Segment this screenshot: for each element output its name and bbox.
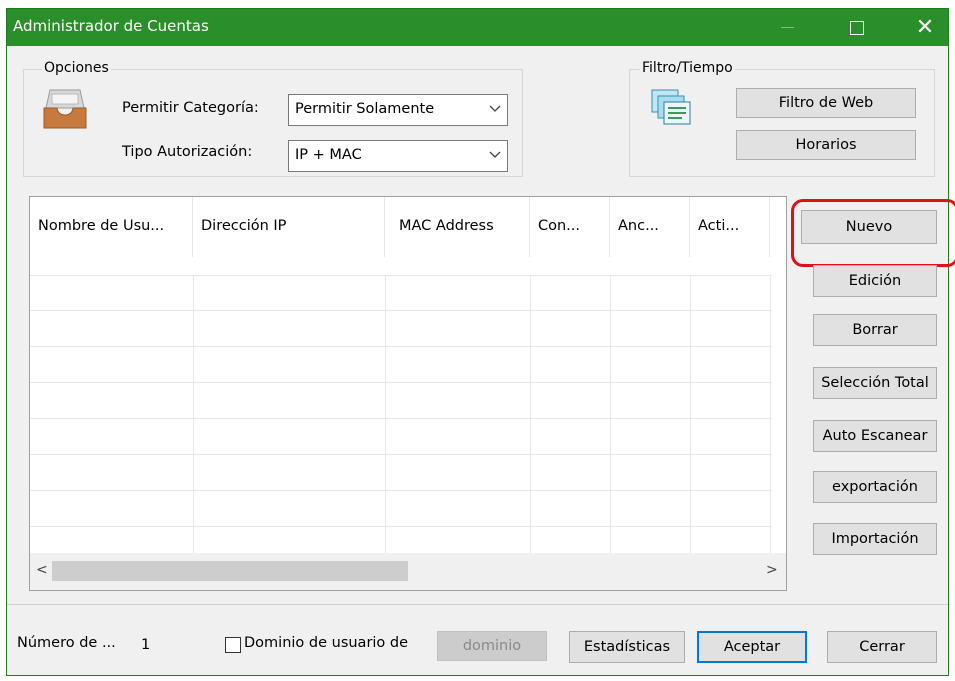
importacion-button[interactable]: Importación <box>813 523 937 555</box>
seleccion-total-button[interactable]: Selección Total <box>813 367 937 399</box>
chevron-down-icon <box>489 105 501 112</box>
column-gridline <box>610 275 611 553</box>
estadisticas-button[interactable]: Estadísticas <box>569 631 685 663</box>
minimize-icon <box>780 27 794 28</box>
edicion-label: Edición <box>848 273 902 289</box>
scrollbar-thumb[interactable] <box>52 561 408 581</box>
exportacion-label: exportación <box>832 479 918 495</box>
tipo-autorizacion-select[interactable]: IP + MAC <box>288 140 508 172</box>
footer-separator <box>7 604 948 605</box>
table-row <box>30 382 772 383</box>
column-header-anc[interactable]: Anc... <box>610 197 690 257</box>
column-gridline <box>385 275 386 553</box>
close-icon: ✕ <box>915 15 935 40</box>
maximize-button[interactable] <box>834 9 880 46</box>
borrar-button[interactable]: Borrar <box>813 314 937 346</box>
column-header-label: Acti... <box>698 218 740 234</box>
filtro-tiempo-group: Filtro/Tiempo Filtro de Web Horarios <box>629 60 935 177</box>
minimize-button[interactable] <box>764 9 810 46</box>
opciones-group: Opciones Permitir Categoría: Permitir So… <box>23 60 523 177</box>
maximize-icon <box>850 20 864 35</box>
permitir-categoria-label: Permitir Categoría: <box>122 100 259 116</box>
column-header-label: Nombre de Usu... <box>38 218 165 234</box>
web-filter-icon <box>651 89 691 125</box>
estadisticas-label: Estadísticas <box>583 639 671 655</box>
tipo-autorizacion-label: Tipo Autorización: <box>122 144 253 160</box>
column-header-label: Dirección IP <box>201 218 287 234</box>
exportacion-button[interactable]: exportación <box>813 471 937 503</box>
nuevo-button[interactable]: Nuevo <box>801 210 937 244</box>
column-gridline <box>530 275 531 553</box>
accounts-table[interactable]: Nombre de Usu... Dirección IP MAC Addres… <box>29 196 787 591</box>
opciones-group-label: Opciones <box>42 60 111 76</box>
horarios-button[interactable]: Horarios <box>736 130 916 160</box>
title-bar[interactable]: Administrador de Cuentas ✕ <box>7 9 948 46</box>
auto-escanear-label: Auto Escanear <box>822 428 928 444</box>
column-header-label: MAC Address <box>399 218 494 234</box>
horizontal-scrollbar[interactable]: < > <box>30 553 786 590</box>
importacion-label: Importación <box>831 531 919 547</box>
tipo-autorizacion-value: IP + MAC <box>295 147 362 163</box>
permitir-categoria-select[interactable]: Permitir Solamente <box>288 94 508 126</box>
filtro-tiempo-group-label: Filtro/Tiempo <box>640 60 735 76</box>
window-title: Administrador de Cuentas <box>13 17 209 35</box>
column-header-mac[interactable]: MAC Address <box>385 197 530 257</box>
close-window-button[interactable]: ✕ <box>902 9 948 46</box>
table-row <box>30 418 772 419</box>
nuevo-label: Nuevo <box>845 219 893 235</box>
column-gridline <box>690 275 691 553</box>
column-header-con[interactable]: Con... <box>530 197 610 257</box>
seleccion-total-label: Selección Total <box>821 375 929 391</box>
dominio-button[interactable]: dominio <box>437 631 547 661</box>
numero-label: Número de ... <box>17 635 116 651</box>
column-gridline <box>770 275 771 553</box>
dominio-checkbox[interactable] <box>225 637 241 653</box>
dominio-button-label: dominio <box>462 638 522 654</box>
table-row <box>30 310 772 311</box>
inbox-tray-icon <box>43 89 87 129</box>
filtro-web-label: Filtro de Web <box>778 95 874 111</box>
edicion-button[interactable]: Edición <box>813 265 937 297</box>
horarios-label: Horarios <box>795 137 857 153</box>
table-row <box>30 490 772 491</box>
column-header-nombre[interactable]: Nombre de Usu... <box>30 197 193 257</box>
dominio-checkbox-label: Dominio de usuario de <box>244 635 409 651</box>
column-gridline <box>193 275 194 553</box>
filtro-web-button[interactable]: Filtro de Web <box>736 88 916 118</box>
column-header-acti[interactable]: Acti... <box>690 197 770 257</box>
column-header-label: Anc... <box>618 218 659 234</box>
table-body <box>30 275 772 553</box>
auto-escanear-button[interactable]: Auto Escanear <box>813 420 937 452</box>
aceptar-label: Aceptar <box>723 639 781 655</box>
column-header-label: Con... <box>538 218 581 234</box>
aceptar-button[interactable]: Aceptar <box>697 631 807 663</box>
table-row <box>30 346 772 347</box>
table-row <box>30 454 772 455</box>
table-row <box>30 526 772 527</box>
permitir-categoria-value: Permitir Solamente <box>295 101 435 117</box>
cerrar-button[interactable]: Cerrar <box>827 631 937 663</box>
numero-value: 1 <box>141 637 151 653</box>
table-row <box>30 275 772 276</box>
column-header-ip[interactable]: Dirección IP <box>193 197 385 257</box>
borrar-label: Borrar <box>852 322 898 338</box>
account-manager-window: Administrador de Cuentas ✕ Opciones Perm… <box>6 8 955 676</box>
cerrar-label: Cerrar <box>859 639 905 655</box>
table-header: Nombre de Usu... Dirección IP MAC Addres… <box>30 197 786 257</box>
scroll-left-icon[interactable]: < <box>36 562 48 578</box>
scroll-right-icon[interactable]: > <box>766 562 778 578</box>
chevron-down-icon <box>489 151 501 158</box>
